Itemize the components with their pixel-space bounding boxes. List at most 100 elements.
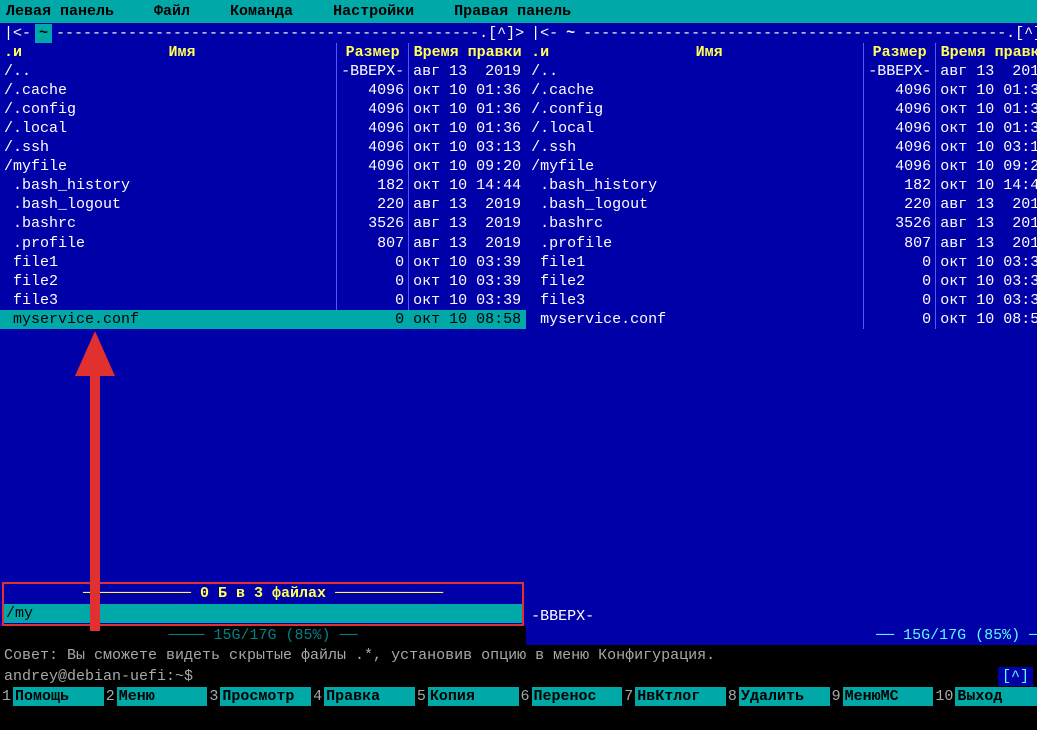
file-row[interactable]: file30окт 10 03:39 (0, 291, 526, 310)
file-row[interactable]: .bashrc3526авг 13 2019 (527, 214, 1037, 233)
fkey-7[interactable]: 7НвКтлог (622, 687, 726, 706)
file-size: 4096 (336, 138, 408, 157)
fkey-number: 9 (830, 687, 843, 706)
left-bottom-box: ──────────── 0 Б в 3 файлах ────────────… (2, 582, 524, 626)
left-col-name: Имя (28, 43, 336, 62)
file-row[interactable]: .bashrc3526авг 13 2019 (0, 214, 526, 233)
file-row[interactable]: /..-ВВЕРХ-авг 13 2019 (0, 62, 526, 81)
file-row[interactable]: /myfile4096окт 10 09:20 (0, 157, 526, 176)
fkey-3[interactable]: 3Просмотр (207, 687, 311, 706)
file-row[interactable]: .profile807авг 13 2019 (527, 234, 1037, 253)
file-row[interactable]: myservice.conf0окт 10 08:58 (0, 310, 526, 329)
file-row[interactable]: /.config4096окт 10 01:36 (527, 100, 1037, 119)
file-row[interactable]: file20окт 10 03:39 (527, 272, 1037, 291)
file-name: file3 (0, 291, 336, 310)
menu-right-panel[interactable]: Правая панель (454, 2, 571, 21)
right-disk-usage: ── 15G/17G (85%) ── (527, 626, 1037, 645)
menu-command[interactable]: Команда (230, 2, 293, 21)
fkey-2[interactable]: 2Меню (104, 687, 208, 706)
file-date: окт 10 03:39 (408, 291, 526, 310)
file-size: 807 (336, 234, 408, 253)
file-name: /.config (527, 100, 863, 119)
file-name: file1 (0, 253, 336, 272)
file-row[interactable]: /..-ВВЕРХ-авг 13 2019 (527, 62, 1037, 81)
file-row[interactable]: file10окт 10 03:39 (527, 253, 1037, 272)
file-row[interactable]: /.cache4096окт 10 01:36 (527, 81, 1037, 100)
file-row[interactable]: /.local4096окт 10 01:36 (527, 119, 1037, 138)
panels-container: |<- ~ ----------------------------------… (0, 23, 1037, 645)
file-size: 0 (863, 272, 935, 291)
quick-search-input[interactable]: /my (4, 604, 522, 623)
file-size: 4096 (863, 81, 935, 100)
file-size: 807 (863, 234, 935, 253)
file-size: 0 (863, 291, 935, 310)
right-panel: |<- ~ ----------------------------------… (527, 23, 1037, 645)
fkey-6[interactable]: 6Перенос (519, 687, 623, 706)
file-row[interactable]: /.ssh4096окт 10 03:13 (527, 138, 1037, 157)
file-row[interactable]: .bash_history182окт 10 14:44 (0, 176, 526, 195)
prompt-line[interactable]: andrey@debian-uefi:~$ [^] (0, 666, 1037, 687)
file-name: .profile (527, 234, 863, 253)
fkey-4[interactable]: 4Правка (311, 687, 415, 706)
fkey-number: 1 (0, 687, 13, 706)
left-file-list[interactable]: /..-ВВЕРХ-авг 13 2019/.cache4096окт 10 0… (0, 62, 526, 582)
file-date: окт 10 14:44 (935, 176, 1037, 195)
file-size: 4096 (863, 157, 935, 176)
fkey-label: Перенос (532, 687, 623, 706)
left-panel: |<- ~ ----------------------------------… (0, 23, 527, 645)
left-panel-arrows[interactable]: .[^]> (479, 24, 526, 43)
file-size: 0 (336, 253, 408, 272)
function-keys: 1Помощь2Меню3Просмотр4Правка5Копия6Перен… (0, 687, 1037, 706)
left-header-row: .и Имя Размер Время правки (0, 43, 526, 62)
fkey-number: 10 (933, 687, 955, 706)
file-date: окт 10 03:39 (935, 291, 1037, 310)
file-size: 0 (336, 310, 408, 329)
file-row[interactable]: .bash_logout220авг 13 2019 (0, 195, 526, 214)
file-date: окт 10 03:39 (935, 253, 1037, 272)
left-disk-usage: ──── 15G/17G (85%) ── (0, 626, 526, 645)
file-name: /.. (0, 62, 336, 81)
right-panel-arrows[interactable]: .[^]> (1006, 24, 1037, 43)
file-name: /myfile (0, 157, 336, 176)
left-col-date: Время правки (408, 43, 526, 62)
file-row[interactable]: myservice.conf0окт 10 08:58 (527, 310, 1037, 329)
file-row[interactable]: /myfile4096окт 10 09:20 (527, 157, 1037, 176)
file-row[interactable]: .profile807авг 13 2019 (0, 234, 526, 253)
fkey-label: Копия (428, 687, 519, 706)
file-name: /myfile (527, 157, 863, 176)
right-file-list[interactable]: /..-ВВЕРХ-авг 13 2019/.cache4096окт 10 0… (527, 62, 1037, 607)
caret-indicator: [^] (998, 667, 1033, 686)
file-date: окт 10 03:13 (935, 138, 1037, 157)
menu-settings[interactable]: Настройки (333, 2, 414, 21)
file-name: .bashrc (527, 214, 863, 233)
file-name: /.config (0, 100, 336, 119)
fkey-number: 3 (207, 687, 220, 706)
file-name: myservice.conf (0, 310, 336, 329)
file-name: /.local (527, 119, 863, 138)
fkey-10[interactable]: 10Выход (933, 687, 1037, 706)
menu-file[interactable]: Файл (154, 2, 190, 21)
file-row[interactable]: /.config4096окт 10 01:36 (0, 100, 526, 119)
file-row[interactable]: /.local4096окт 10 01:36 (0, 119, 526, 138)
file-row[interactable]: /.cache4096окт 10 01:36 (0, 81, 526, 100)
fkey-9[interactable]: 9МенюМС (830, 687, 934, 706)
file-date: окт 10 14:44 (408, 176, 526, 195)
file-row[interactable]: .bash_logout220авг 13 2019 (527, 195, 1037, 214)
file-row[interactable]: file20окт 10 03:39 (0, 272, 526, 291)
file-row[interactable]: file10окт 10 03:39 (0, 253, 526, 272)
fkey-8[interactable]: 8Удалить (726, 687, 830, 706)
fkey-1[interactable]: 1Помощь (0, 687, 104, 706)
fkey-5[interactable]: 5Копия (415, 687, 519, 706)
file-row[interactable]: file30окт 10 03:39 (527, 291, 1037, 310)
right-panel-path[interactable]: ~ (562, 24, 579, 43)
file-row[interactable]: /.ssh4096окт 10 03:13 (0, 138, 526, 157)
menu-left-panel[interactable]: Левая панель (6, 2, 114, 21)
fkey-number: 4 (311, 687, 324, 706)
fkey-number: 2 (104, 687, 117, 706)
file-name: .profile (0, 234, 336, 253)
file-date: авг 13 2019 (935, 195, 1037, 214)
file-size: 0 (336, 272, 408, 291)
left-panel-path[interactable]: ~ (35, 24, 52, 43)
file-row[interactable]: .bash_history182окт 10 14:44 (527, 176, 1037, 195)
left-summary: ──────────── 0 Б в 3 файлах ──────────── (4, 584, 522, 603)
